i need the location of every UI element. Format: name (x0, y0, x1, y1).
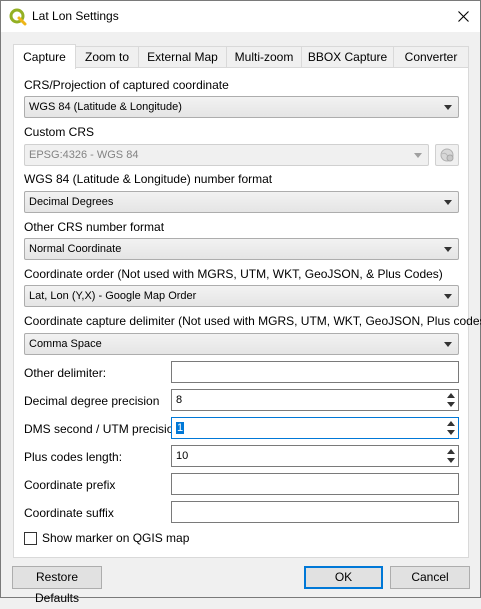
restore-defaults-button[interactable]: Restore Defaults (12, 566, 102, 605)
order-select-value: Lat, Lon (Y,X) - Google Map Order (29, 290, 197, 302)
crs-select-value: WGS 84 (Latitude & Longitude) (29, 101, 182, 113)
cancel-button[interactable]: Cancel (390, 566, 470, 589)
prefix-label: Coordinate prefix (24, 478, 116, 492)
wgs-format-select-value: Decimal Degrees (29, 196, 114, 208)
chevron-down-icon (444, 247, 452, 252)
tab-bbox-capture[interactable]: BBOX Capture (301, 46, 394, 68)
plus-codes-length-label: Plus codes length: (24, 450, 123, 464)
custom-crs-select: EPSG:4326 - WGS 84 (24, 144, 429, 166)
spin-arrows-icon[interactable] (443, 446, 458, 466)
prefix-input[interactable] (171, 473, 459, 495)
other-delimiter-input[interactable] (171, 361, 459, 383)
delimiter-select-value: Comma Space (29, 338, 102, 350)
plus-codes-length-value: 10 (176, 450, 189, 462)
plus-codes-length-spinbox[interactable]: 10 (171, 445, 459, 467)
other-format-label: Other CRS number format (24, 220, 165, 234)
tab-zoom-to[interactable]: Zoom to (75, 46, 139, 68)
dms-precision-label: DMS second / UTM precision: (24, 422, 184, 436)
other-format-select[interactable]: Normal Coordinate (24, 238, 459, 260)
tab-converter[interactable]: Converter (393, 46, 469, 68)
dms-precision-spinbox[interactable]: 1 (171, 417, 459, 439)
spin-arrows-icon[interactable] (443, 390, 458, 410)
crs-label: CRS/Projection of captured coordinate (24, 78, 229, 92)
chevron-down-icon (444, 342, 452, 347)
checkbox-box[interactable] (24, 532, 37, 545)
crs-select[interactable]: WGS 84 (Latitude & Longitude) (24, 96, 459, 118)
suffix-label: Coordinate suffix (24, 506, 114, 520)
globe-icon (440, 148, 454, 162)
tab-multi-zoom[interactable]: Multi-zoom (226, 46, 302, 68)
crs-picker-button (435, 144, 459, 166)
delimiter-select[interactable]: Comma Space (24, 333, 459, 355)
suffix-input[interactable] (171, 501, 459, 523)
chevron-down-icon (414, 153, 422, 158)
dialog-window: Lat Lon Settings Capture Zoom to Externa… (0, 0, 481, 605)
spin-arrows-icon[interactable] (443, 418, 458, 438)
capture-tab-pane: CRS/Projection of captured coordinate WG… (13, 67, 481, 558)
dd-precision-value: 8 (176, 394, 183, 406)
wgs-format-label: WGS 84 (Latitude & Longitude) number for… (24, 172, 273, 186)
wgs-format-select[interactable]: Decimal Degrees (24, 191, 459, 213)
chevron-down-icon (444, 105, 452, 110)
custom-crs-select-value: EPSG:4326 - WGS 84 (29, 149, 139, 161)
close-button[interactable] (446, 1, 480, 32)
other-delimiter-label: Other delimiter: (24, 366, 107, 380)
ok-button[interactable]: OK (304, 566, 383, 589)
delimiter-label: Coordinate capture delimiter (Not used w… (24, 314, 481, 328)
chevron-down-icon (444, 294, 452, 299)
dms-precision-value: 1 (176, 422, 185, 434)
custom-crs-label: Custom CRS (24, 125, 95, 139)
dd-precision-label: Decimal degree precision (24, 394, 160, 408)
show-marker-label: Show marker on QGIS map (42, 531, 190, 545)
tab-capture[interactable]: Capture (13, 44, 76, 69)
order-label: Coordinate order (Not used with MGRS, UT… (24, 267, 443, 281)
other-format-select-value: Normal Coordinate (29, 243, 122, 255)
dd-precision-spinbox[interactable]: 8 (171, 389, 459, 411)
tab-external-map[interactable]: External Map (138, 46, 227, 68)
title-bar: Lat Lon Settings (1, 1, 480, 32)
window-title: Lat Lon Settings (32, 9, 119, 23)
close-icon (457, 11, 469, 22)
qgis-logo-icon (9, 8, 27, 26)
chevron-down-icon (444, 200, 452, 205)
order-select[interactable]: Lat, Lon (Y,X) - Google Map Order (24, 285, 459, 307)
